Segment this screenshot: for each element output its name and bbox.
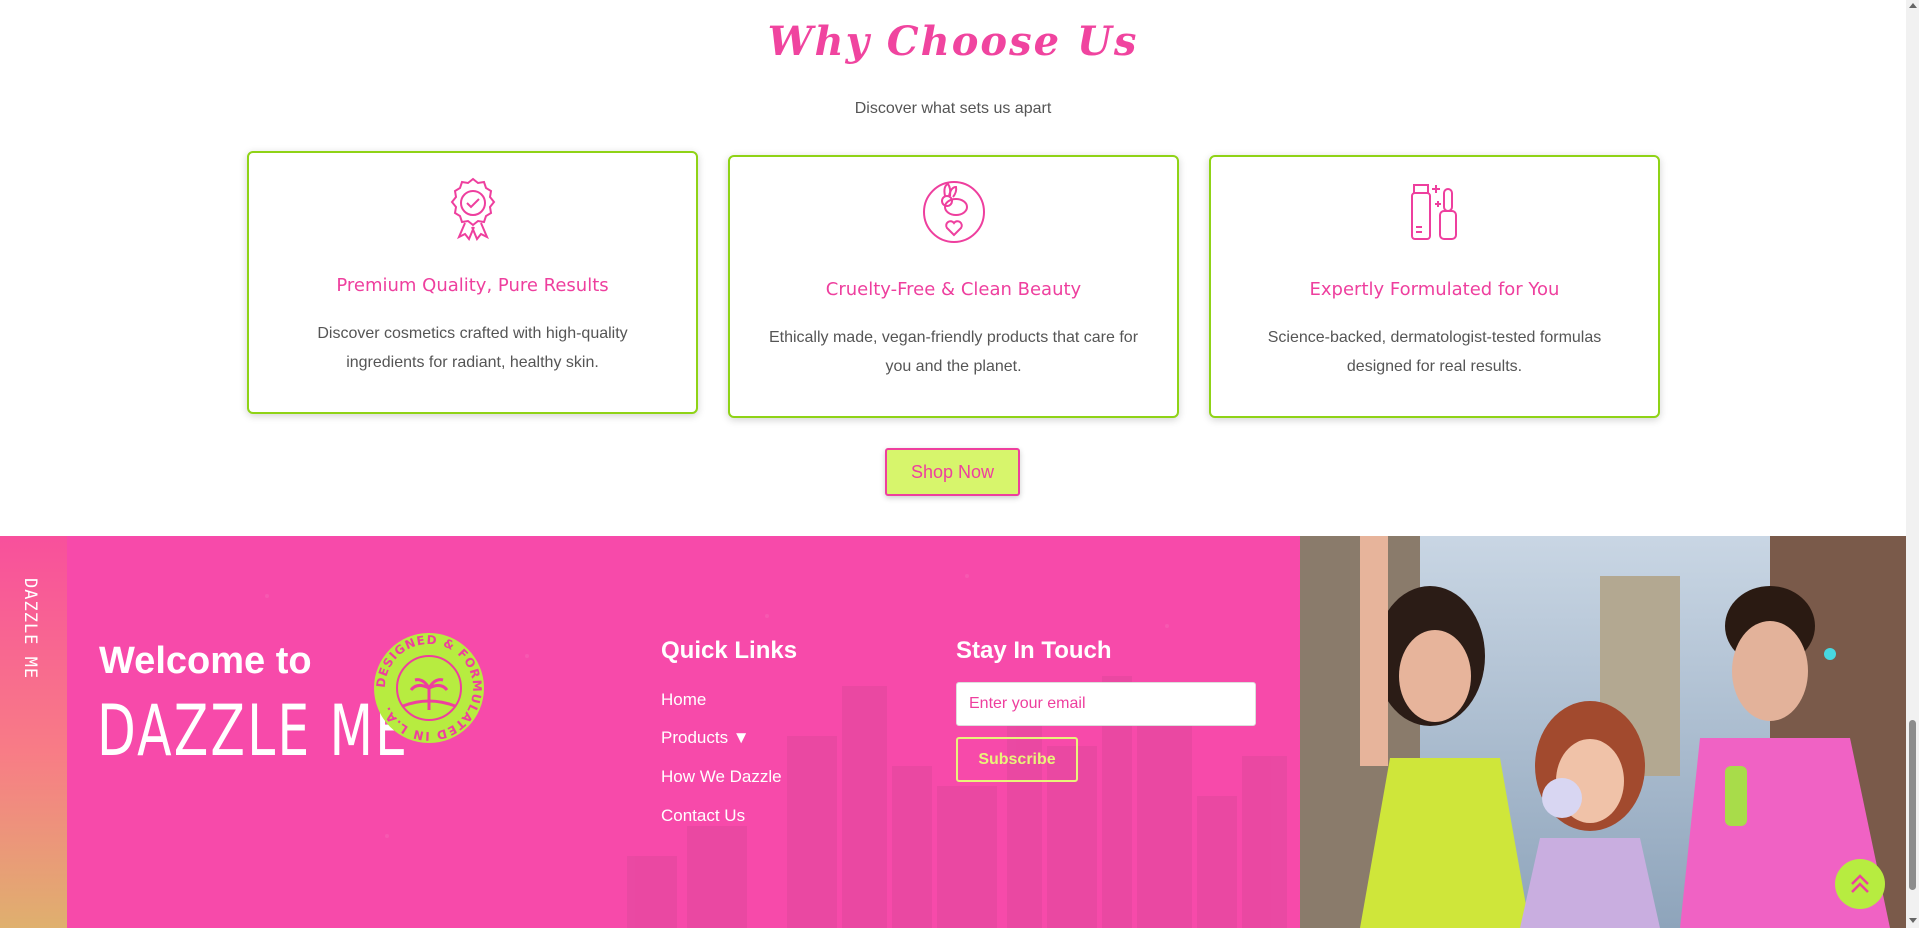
card-title: Cruelty-Free & Clean Beauty xyxy=(825,279,1082,300)
footer-link-how-we-dazzle[interactable]: How We Dazzle xyxy=(661,767,782,787)
card-description: Discover cosmetics crafted with high-qua… xyxy=(317,325,628,371)
welcome-heading: Welcome to xyxy=(99,640,312,682)
bunny-heart-icon xyxy=(922,181,985,243)
side-strip: DAZZLE ME xyxy=(0,536,67,928)
scroll-up-arrow-icon[interactable] xyxy=(1909,3,1917,8)
scrollbar-thumb[interactable] xyxy=(1909,720,1916,890)
site-footer: DAZZLE ME Welcome to DAZZLE ME DESIGNED … xyxy=(0,536,1906,928)
scroll-to-top-button[interactable] xyxy=(1835,859,1885,909)
designed-in-la-badge-icon: DESIGNED & FORMULATED IN L.A. xyxy=(374,633,484,743)
card-title: Expertly Formulated for You xyxy=(1309,279,1560,300)
scroll-down-arrow-icon[interactable] xyxy=(1909,918,1917,923)
double-chevron-up-icon xyxy=(1851,874,1869,893)
feature-card-expert-formula: Expertly Formulated for You Science-back… xyxy=(1209,155,1660,418)
footer-link-contact-us[interactable]: Contact Us xyxy=(661,806,745,826)
footer-link-products[interactable]: Products ▼ xyxy=(661,728,750,748)
models-photo xyxy=(1300,536,1906,928)
section-title: Why Choose Us xyxy=(767,18,1139,65)
page-scrollbar[interactable] xyxy=(1906,0,1919,928)
brand-logo-text: DAZZLE ME xyxy=(97,690,410,772)
why-choose-us-section: Why Choose Us Discover what sets us apar… xyxy=(0,0,1906,536)
footer-link-home[interactable]: Home xyxy=(661,690,706,710)
card-description: Ethically made, vegan-friendly products … xyxy=(768,329,1139,375)
card-description: Science-backed, dermatologist-tested for… xyxy=(1267,329,1602,375)
quick-links-title: Quick Links xyxy=(661,637,798,664)
card-title: Premium Quality, Pure Results xyxy=(336,275,609,296)
feature-card-cruelty-free: Cruelty-Free & Clean Beauty Ethically ma… xyxy=(728,155,1179,418)
stay-in-touch-title: Stay In Touch xyxy=(956,637,1112,664)
award-badge-icon xyxy=(450,177,495,241)
email-input[interactable] xyxy=(956,682,1256,726)
shop-now-button[interactable]: Shop Now xyxy=(885,448,1020,496)
feature-card-premium: Premium Quality, Pure Results Discover c… xyxy=(247,151,698,414)
page: Why Choose Us Discover what sets us apar… xyxy=(0,0,1919,928)
cosmetics-bottle-icon xyxy=(1410,184,1457,240)
section-subtitle: Discover what sets us apart xyxy=(854,100,1052,117)
side-brand-label[interactable]: DAZZLE ME xyxy=(20,578,40,679)
subscribe-button[interactable]: Subscribe xyxy=(956,737,1078,782)
